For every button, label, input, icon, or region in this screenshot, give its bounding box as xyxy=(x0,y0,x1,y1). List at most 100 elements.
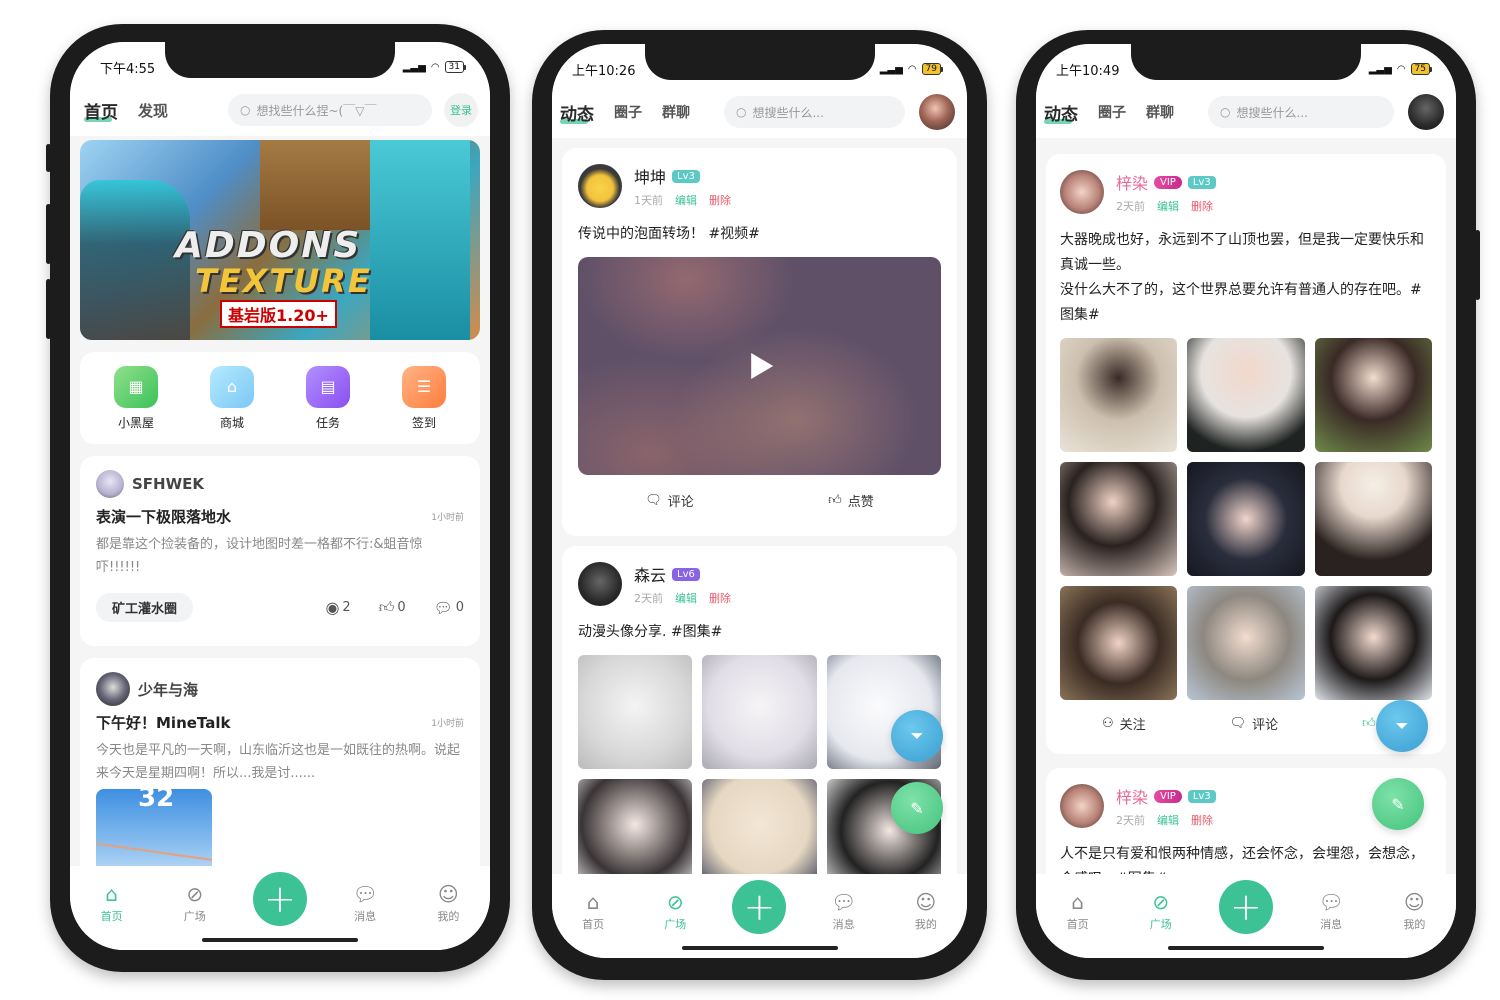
username[interactable]: SFHWEK xyxy=(132,475,204,493)
home-indicator xyxy=(681,946,838,950)
video-player[interactable] xyxy=(578,257,941,475)
delete-link[interactable]: 删除 xyxy=(709,590,731,606)
post-time: 2天前 xyxy=(1116,200,1145,213)
quick-post-button[interactable]: ✎ xyxy=(1372,778,1424,830)
search-input[interactable]: ○ 想搜些什么... xyxy=(724,96,905,128)
profile-avatar[interactable] xyxy=(919,94,955,130)
gallery-image[interactable] xyxy=(1314,338,1432,452)
like-button[interactable]: 👍︎ 点赞 xyxy=(828,491,874,510)
filter-button[interactable]: ⏷ xyxy=(891,710,943,762)
quick-action-blackroom[interactable]: ▦ 小黑屋 xyxy=(114,365,158,431)
username[interactable]: 梓染 xyxy=(1116,784,1148,808)
feed-content: 梓染 VIP Lv3 2天前 编辑 删除 大器晚成也好，永远到不了山顶也罢，但是… xyxy=(1046,154,1446,958)
tab-bar-square[interactable]: ⊘ 广场 xyxy=(170,882,220,924)
gallery-image[interactable] xyxy=(1060,586,1178,700)
tab-bar-home[interactable]: ⌂ 首页 xyxy=(568,890,618,932)
tab-bar-square[interactable]: ⊘ 广场 xyxy=(650,890,700,932)
delete-link[interactable]: 删除 xyxy=(1191,198,1213,214)
edit-link[interactable]: 编辑 xyxy=(675,590,697,606)
tab-home[interactable]: 首页 xyxy=(84,98,118,123)
create-post-button[interactable]: + xyxy=(1218,880,1273,934)
tab-circles[interactable]: 圈子 xyxy=(614,102,642,122)
gallery-image[interactable] xyxy=(1060,338,1178,452)
user-avatar[interactable] xyxy=(578,164,622,208)
promo-banner[interactable]: ADDONS TEXTURE 基岩版1.20+ xyxy=(80,140,480,340)
gallery-image[interactable] xyxy=(1187,462,1305,576)
circle-tag[interactable]: 矿工灌水圈 xyxy=(96,593,194,622)
home-content: ADDONS TEXTURE 基岩版1.20+ ▦ 小黑屋 ⌂ 商城 ▤ 任务 xyxy=(80,140,480,950)
gallery-image[interactable] xyxy=(1060,462,1178,576)
wifi-icon: ◠ xyxy=(907,63,917,75)
search-icon: ○ xyxy=(240,103,251,117)
username[interactable]: 森云 xyxy=(634,562,666,586)
username[interactable]: 少年与海 xyxy=(138,679,198,700)
gallery-image[interactable] xyxy=(578,655,693,769)
create-post-button[interactable]: + xyxy=(252,872,307,926)
post-card[interactable]: SFHWEK 表演一下极限落地水 1小时前 都是靠这个捡装备的，设计地图时差一格… xyxy=(80,456,480,646)
login-button[interactable]: 登录 xyxy=(444,93,478,127)
delete-link[interactable]: 删除 xyxy=(1191,812,1213,828)
tab-bar-profile[interactable]: ☺ 我的 xyxy=(1389,890,1439,932)
user-avatar[interactable] xyxy=(1060,170,1104,214)
user-avatar[interactable] xyxy=(96,672,130,706)
comment-icon: 🗨︎ xyxy=(1229,716,1247,731)
quick-actions: ▦ 小黑屋 ⌂ 商城 ▤ 任务 ☰ 签到 xyxy=(80,352,480,444)
eye-icon: ◉ xyxy=(325,598,340,617)
tab-bar-messages[interactable]: 💬︎ 消息 xyxy=(340,882,390,924)
create-post-button[interactable]: + xyxy=(732,880,787,934)
tab-group-chat[interactable]: 群聊 xyxy=(1146,102,1174,122)
tab-group-chat[interactable]: 群聊 xyxy=(662,102,690,122)
tab-bar-profile[interactable]: ☺ 我的 xyxy=(901,890,951,932)
comment-button[interactable]: 🗨︎ 评论 xyxy=(645,491,694,510)
play-icon[interactable] xyxy=(750,353,773,379)
follow-button[interactable]: ⚇ 关注 xyxy=(1102,714,1146,733)
user-avatar[interactable] xyxy=(1060,784,1104,828)
quick-action-tasks[interactable]: ▤ 任务 xyxy=(306,365,350,431)
screen: 下午4:55 ⏰ ▂▃▅ ◠ 31 首页 发现 ○ 想找些什么捏~(￣▽￣ 登录… xyxy=(70,42,490,950)
filter-button[interactable]: ⏷ xyxy=(1376,700,1428,752)
gallery-image[interactable] xyxy=(1187,338,1305,452)
tab-bar-profile[interactable]: ☺ 我的 xyxy=(423,882,473,924)
quick-action-checkin[interactable]: ☰ 签到 xyxy=(402,365,446,431)
tab-bar-home[interactable]: ⌂ 首页 xyxy=(87,882,137,924)
gallery-image[interactable] xyxy=(1314,586,1432,700)
comment-button[interactable]: 🗨︎ 评论 xyxy=(1230,714,1279,733)
tab-feed[interactable]: 动态 xyxy=(560,100,594,125)
post-card[interactable]: 梓染 VIP Lv3 2天前 编辑 删除 大器晚成也好，永远到不了山顶也罢，但是… xyxy=(1046,154,1446,754)
comment-button[interactable]: 💬︎ 0 xyxy=(434,599,464,617)
search-input[interactable]: ○ 想找些什么捏~(￣▽￣ xyxy=(228,94,432,126)
home-icon: ⌂ xyxy=(1071,890,1084,914)
tab-bar-home[interactable]: ⌂ 首页 xyxy=(1053,890,1103,932)
gallery-image[interactable] xyxy=(1187,586,1305,700)
delete-link[interactable]: 删除 xyxy=(709,192,731,208)
tab-bar-messages[interactable]: 💬︎ 消息 xyxy=(1306,890,1356,932)
quick-post-button[interactable]: ✎ xyxy=(891,782,943,834)
username[interactable]: 梓染 xyxy=(1116,170,1148,194)
gallery-image[interactable] xyxy=(1314,462,1432,576)
tab-feed[interactable]: 动态 xyxy=(1044,100,1078,125)
comment-label: 评论 xyxy=(1252,718,1279,733)
comment-icon: 🗨︎ xyxy=(645,493,662,508)
compass-icon: ⊘ xyxy=(666,890,684,914)
edit-link[interactable]: 编辑 xyxy=(1157,198,1179,214)
quick-action-shop[interactable]: ⌂ 商城 xyxy=(210,365,254,431)
quick-action-label: 任务 xyxy=(315,415,340,430)
phone-frame-feed-video: 上午10:26 ▂▃▅ ◠ 79 动态 圈子 群聊 ○ 想搜些什么... 坤坤 … xyxy=(532,30,987,980)
like-button[interactable]: 👍︎ 0 xyxy=(379,598,406,617)
profile-avatar[interactable] xyxy=(1408,94,1444,130)
edit-icon: ✎ xyxy=(1391,794,1405,814)
tab-bar-label: 广场 xyxy=(1149,918,1172,931)
user-avatar[interactable] xyxy=(578,562,622,606)
edit-link[interactable]: 编辑 xyxy=(1157,812,1179,828)
search-input[interactable]: ○ 想搜些什么... xyxy=(1208,96,1394,128)
edit-link[interactable]: 编辑 xyxy=(675,192,697,208)
tab-bar-messages[interactable]: 💬︎ 消息 xyxy=(819,890,869,932)
tab-bar-square[interactable]: ⊘ 广场 xyxy=(1136,890,1186,932)
tab-discover[interactable]: 发现 xyxy=(138,100,168,121)
gallery-image[interactable] xyxy=(702,655,817,769)
post-text: 大器晚成也好，永远到不了山顶也罢，但是我一定要快乐和真诚一些。 没什么大不了的，… xyxy=(1060,232,1424,323)
tab-circles[interactable]: 圈子 xyxy=(1098,102,1126,122)
post-card[interactable]: 坤坤 Lv3 1天前 编辑 删除 传说中的泡面转场！ #视频# 🗨︎ 评论 👍︎… xyxy=(562,148,957,536)
username[interactable]: 坤坤 xyxy=(634,164,666,188)
user-avatar[interactable] xyxy=(96,470,124,498)
